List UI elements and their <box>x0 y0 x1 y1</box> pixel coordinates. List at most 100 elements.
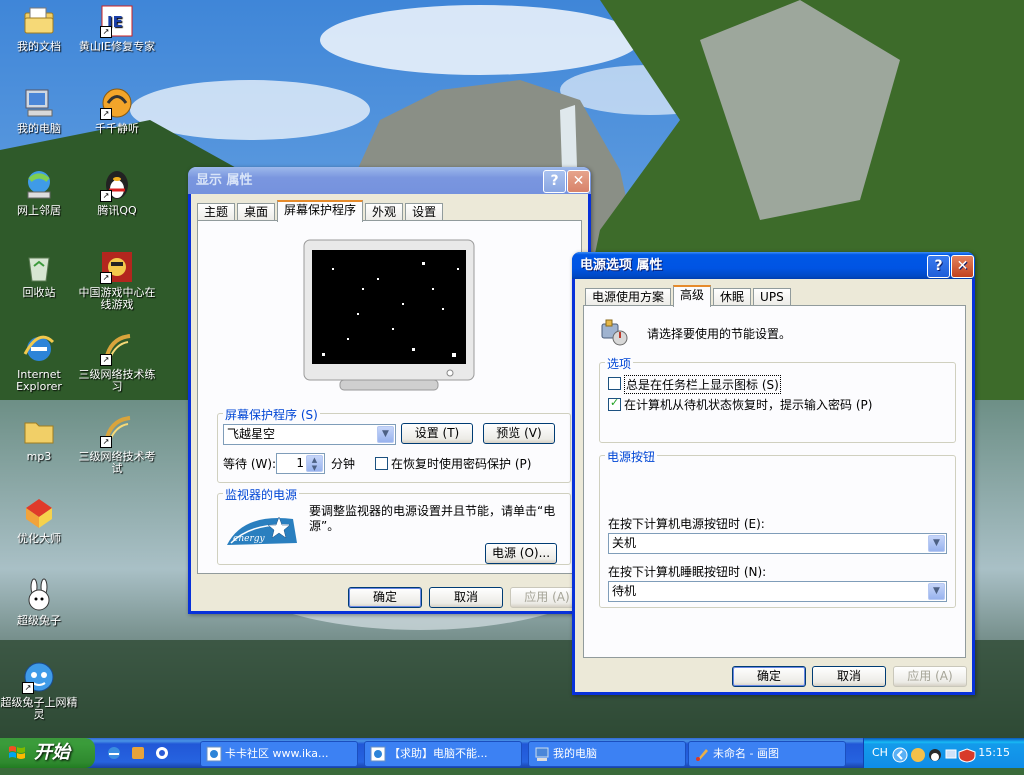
desktop-icon[interactable]: ↗ 千千静听 <box>78 86 156 135</box>
spin-arrows-icon[interactable]: ▲ ▼ <box>306 455 323 472</box>
desktop-icon[interactable]: 我的电脑 <box>0 86 78 135</box>
desktop-icon[interactable]: ↗ 腾讯QQ <box>78 168 156 217</box>
tray-security-icon <box>958 748 976 763</box>
shortcut-arrow-icon: ↗ <box>100 436 112 448</box>
network-practice-icon: ↗ <box>100 332 134 366</box>
power-tab[interactable]: UPS <box>753 288 791 306</box>
desktop-icon-label: mp3 <box>26 450 52 463</box>
shortcut-arrow-icon: ↗ <box>100 354 112 366</box>
tray-qq-icon <box>929 749 941 761</box>
quick-launch-desktop-icon <box>156 747 168 759</box>
tray-icon-checkbox[interactable] <box>608 377 621 390</box>
shortcut-arrow-icon: ↗ <box>100 26 112 38</box>
desktop-icon[interactable]: ↗ 超级兔子上网精灵 <box>0 660 78 721</box>
desktop-icon[interactable]: ↗ 中国游戏中心在线游戏 <box>78 250 156 311</box>
taskbar-button[interactable]: 未命名 - 画图 <box>688 741 846 767</box>
display-cancel-button[interactable]: 取消 <box>429 587 503 608</box>
power-button-action-label: 在按下计算机电源按钮时 (E): <box>608 517 765 531</box>
wait-unit: 分钟 <box>331 457 356 471</box>
tray-icons <box>892 745 982 763</box>
screensaver-settings-button[interactable]: 设置 (T) <box>401 423 473 444</box>
sleep-button-action-select[interactable]: 待机 ▼ <box>608 581 947 602</box>
language-indicator[interactable]: CH <box>872 738 888 768</box>
desktop-icon[interactable]: IE ↗ 黄山IE修复专家 <box>78 4 156 53</box>
close-button[interactable]: ✕ <box>567 170 590 193</box>
display-properties-window: 显示 属性 ? ✕ 主题 桌面 屏幕保护程序 外观 设置 屏幕保护程序 (S) … <box>188 167 591 614</box>
desktop-icon-label: 中国游戏中心在线游戏 <box>78 286 156 311</box>
screensaver-preview-button[interactable]: 预览 (V) <box>483 423 555 444</box>
desktop-icon-label: 回收站 <box>22 286 56 299</box>
help-button[interactable]: ? <box>543 170 566 193</box>
power-button-action-select[interactable]: 关机 ▼ <box>608 533 947 554</box>
display-tab[interactable]: 屏幕保护程序 <box>277 200 364 222</box>
desktop-icon[interactable]: mp3 <box>0 414 78 463</box>
taskbar-button[interactable]: 我的电脑 <box>528 741 686 767</box>
chevron-down-icon: ▼ <box>928 583 945 600</box>
taskbar-button[interactable]: 卡卡社区 www.ika... <box>200 741 358 767</box>
display-tab[interactable]: 主题 <box>197 203 236 221</box>
display-ok-button[interactable]: 确定 <box>348 587 422 608</box>
screensaver-select[interactable]: 飞越星空 ▼ <box>223 424 396 445</box>
clock[interactable]: 15:15 <box>978 738 1010 768</box>
desktop-icon-label: 腾讯QQ <box>97 204 137 217</box>
quick-launch <box>106 745 196 761</box>
display-tab[interactable]: 设置 <box>405 203 444 221</box>
desktop-icon[interactable]: 我的文档 <box>0 4 78 53</box>
power-button[interactable]: 电源 (O)... <box>485 543 557 564</box>
power-intro-text: 请选择要使用的节能设置。 <box>647 327 792 341</box>
desktop-icon[interactable]: 超级兔子 <box>0 578 78 627</box>
power-ok-button[interactable]: 确定 <box>732 666 806 687</box>
display-tabs: 主题 桌面 屏幕保护程序 外观 设置 <box>197 200 445 222</box>
help-button[interactable]: ? <box>927 255 950 278</box>
my-computer-icon <box>22 86 56 120</box>
close-button[interactable]: ✕ <box>951 255 974 278</box>
tray-face-icon <box>911 748 925 762</box>
tray-arrow-icon <box>892 747 908 763</box>
taskbar-button-label: 未命名 - 画图 <box>713 747 779 760</box>
password-checkbox[interactable] <box>375 457 388 470</box>
resume-password-checkbox-label[interactable]: 在计算机从待机状态恢复时，提示输入密码 (P) <box>624 396 872 413</box>
system-tray: CH 15:15 <box>863 738 1024 768</box>
password-checkbox-label[interactable]: 在恢复时使用密码保护 (P) <box>391 455 531 472</box>
start-label: 开始 <box>34 742 70 763</box>
start-button[interactable]: 开始 <box>0 738 95 768</box>
tray-icon-checkbox-label[interactable]: 总是在任务栏上显示图标 (S) <box>624 375 781 394</box>
rabbit-browser-icon: ↗ <box>22 660 56 694</box>
desktop-icon[interactable]: ↗ 三级网络技术考试 <box>78 414 156 475</box>
display-tab[interactable]: 外观 <box>365 203 404 221</box>
display-window-titlebar[interactable]: 显示 属性 ? ✕ <box>188 167 591 194</box>
network-exam-icon: ↗ <box>100 414 134 448</box>
resume-password-checkbox[interactable] <box>608 396 621 411</box>
desktop-icon-label: Internet Explorer <box>16 368 62 393</box>
taskbar-button[interactable]: 【求助】电脑不能... <box>364 741 522 767</box>
wait-stepper[interactable]: 1 ▲ ▼ <box>276 453 325 474</box>
power-tab[interactable]: 高级 <box>673 285 712 307</box>
display-tab[interactable]: 桌面 <box>237 203 276 221</box>
optimizer-icon <box>22 496 56 530</box>
taskbar-button-label: 卡卡社区 www.ika... <box>225 747 329 760</box>
wait-value: 1 <box>296 456 304 470</box>
desktop-icon[interactable]: Internet Explorer <box>0 332 78 393</box>
power-window-titlebar[interactable]: 电源选项 属性 ? ✕ <box>572 252 975 279</box>
taskbar-button-label: 【求助】电脑不能... <box>389 747 488 760</box>
desktop-icon[interactable]: ↗ 三级网络技术练习 <box>78 332 156 393</box>
power-cancel-button[interactable]: 取消 <box>812 666 886 687</box>
shortcut-arrow-icon: ↗ <box>100 108 112 120</box>
options-group-label: 选项 <box>605 355 634 372</box>
my-computer-icon <box>534 746 550 762</box>
game-center-icon: ↗ <box>100 250 134 284</box>
desktop-icon[interactable]: 回收站 <box>0 250 78 299</box>
power-tab[interactable]: 休眠 <box>713 288 752 306</box>
desktop-icon-label: 三级网络技术考试 <box>78 450 156 475</box>
power-tab[interactable]: 电源使用方案 <box>585 288 672 306</box>
sleep-button-action-value: 待机 <box>612 584 637 598</box>
desktop-icon[interactable]: 网上邻居 <box>0 168 78 217</box>
chevron-down-icon: ▼ <box>928 535 945 552</box>
power-window-title: 电源选项 属性 <box>580 258 663 273</box>
energy-star-logo: energy <box>223 509 301 549</box>
taskbar: 开始 卡卡社区 www.ika... 【求助】电脑不能... 我的电脑 未命名 - 画… <box>0 738 1024 768</box>
desktop-icon[interactable]: 优化大师 <box>0 496 78 545</box>
quick-launch-media-icon <box>132 747 144 759</box>
power-apply-button[interactable]: 应用 (A) <box>893 666 967 687</box>
qq-penguin-icon: ↗ <box>100 168 134 202</box>
